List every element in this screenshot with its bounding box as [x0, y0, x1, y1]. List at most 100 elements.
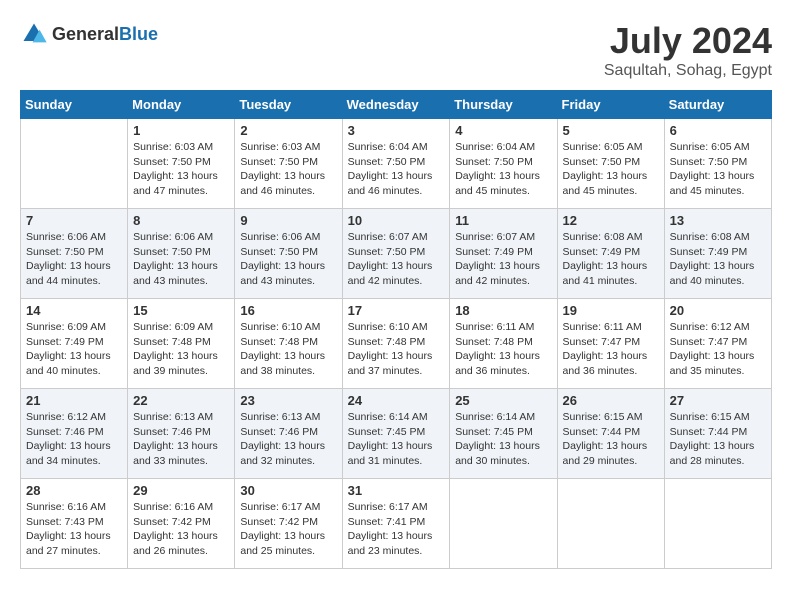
day-number: 8: [133, 213, 229, 228]
day-number: 29: [133, 483, 229, 498]
calendar-cell: [21, 119, 128, 209]
calendar-week-row: 28 Sunrise: 6:16 AM Sunset: 7:43 PM Dayli…: [21, 479, 772, 569]
day-number: 9: [240, 213, 336, 228]
day-info: Sunrise: 6:09 AM Sunset: 7:48 PM Dayligh…: [133, 320, 229, 379]
day-info: Sunrise: 6:06 AM Sunset: 7:50 PM Dayligh…: [133, 230, 229, 289]
calendar-cell: 11 Sunrise: 6:07 AM Sunset: 7:49 PM Dayli…: [450, 209, 557, 299]
day-info: Sunrise: 6:08 AM Sunset: 7:49 PM Dayligh…: [563, 230, 659, 289]
calendar-cell: 30 Sunrise: 6:17 AM Sunset: 7:42 PM Dayli…: [235, 479, 342, 569]
header-thursday: Thursday: [450, 91, 557, 119]
day-number: 12: [563, 213, 659, 228]
header-tuesday: Tuesday: [235, 91, 342, 119]
calendar-cell: 10 Sunrise: 6:07 AM Sunset: 7:50 PM Dayli…: [342, 209, 450, 299]
calendar-cell: 31 Sunrise: 6:17 AM Sunset: 7:41 PM Dayli…: [342, 479, 450, 569]
title-block: July 2024 Saqultah, Sohag, Egypt: [604, 20, 772, 80]
day-info: Sunrise: 6:17 AM Sunset: 7:42 PM Dayligh…: [240, 500, 336, 559]
day-number: 23: [240, 393, 336, 408]
calendar-cell: 8 Sunrise: 6:06 AM Sunset: 7:50 PM Daylig…: [128, 209, 235, 299]
day-number: 27: [670, 393, 766, 408]
logo: GeneralBlue: [20, 20, 158, 48]
day-number: 17: [348, 303, 445, 318]
day-info: Sunrise: 6:15 AM Sunset: 7:44 PM Dayligh…: [563, 410, 659, 469]
day-number: 14: [26, 303, 122, 318]
day-number: 3: [348, 123, 445, 138]
calendar-cell: 24 Sunrise: 6:14 AM Sunset: 7:45 PM Dayli…: [342, 389, 450, 479]
day-info: Sunrise: 6:10 AM Sunset: 7:48 PM Dayligh…: [240, 320, 336, 379]
calendar-table: SundayMondayTuesdayWednesdayThursdayFrid…: [20, 90, 772, 569]
header-sunday: Sunday: [21, 91, 128, 119]
day-number: 26: [563, 393, 659, 408]
day-number: 19: [563, 303, 659, 318]
calendar-cell: 29 Sunrise: 6:16 AM Sunset: 7:42 PM Dayli…: [128, 479, 235, 569]
calendar-week-row: 14 Sunrise: 6:09 AM Sunset: 7:49 PM Dayli…: [21, 299, 772, 389]
calendar-cell: 25 Sunrise: 6:14 AM Sunset: 7:45 PM Dayli…: [450, 389, 557, 479]
day-info: Sunrise: 6:07 AM Sunset: 7:50 PM Dayligh…: [348, 230, 445, 289]
day-info: Sunrise: 6:17 AM Sunset: 7:41 PM Dayligh…: [348, 500, 445, 559]
calendar-cell: [664, 479, 771, 569]
header-monday: Monday: [128, 91, 235, 119]
calendar-cell: 4 Sunrise: 6:04 AM Sunset: 7:50 PM Daylig…: [450, 119, 557, 209]
day-info: Sunrise: 6:06 AM Sunset: 7:50 PM Dayligh…: [240, 230, 336, 289]
day-number: 31: [348, 483, 445, 498]
calendar-cell: 16 Sunrise: 6:10 AM Sunset: 7:48 PM Dayli…: [235, 299, 342, 389]
day-number: 4: [455, 123, 551, 138]
day-number: 20: [670, 303, 766, 318]
day-info: Sunrise: 6:10 AM Sunset: 7:48 PM Dayligh…: [348, 320, 445, 379]
calendar-cell: [450, 479, 557, 569]
day-info: Sunrise: 6:05 AM Sunset: 7:50 PM Dayligh…: [670, 140, 766, 199]
day-number: 30: [240, 483, 336, 498]
calendar-cell: 2Sunrise: 6:03 AM Sunset: 7:50 PM Daylig…: [235, 119, 342, 209]
calendar-cell: 6Sunrise: 6:05 AM Sunset: 7:50 PM Daylig…: [664, 119, 771, 209]
day-info: Sunrise: 6:14 AM Sunset: 7:45 PM Dayligh…: [455, 410, 551, 469]
calendar-cell: 5 Sunrise: 6:05 AM Sunset: 7:50 PM Daylig…: [557, 119, 664, 209]
day-info: Sunrise: 6:15 AM Sunset: 7:44 PM Dayligh…: [670, 410, 766, 469]
logo-text-general: General: [52, 24, 119, 44]
header-wednesday: Wednesday: [342, 91, 450, 119]
day-number: 24: [348, 393, 445, 408]
day-info: Sunrise: 6:16 AM Sunset: 7:42 PM Dayligh…: [133, 500, 229, 559]
calendar-week-row: 1 Sunrise: 6:03 AM Sunset: 7:50 PM Daylig…: [21, 119, 772, 209]
day-info: Sunrise: 6:12 AM Sunset: 7:46 PM Dayligh…: [26, 410, 122, 469]
day-number: 13: [670, 213, 766, 228]
day-number: 16: [240, 303, 336, 318]
day-number: 22: [133, 393, 229, 408]
day-number: 10: [348, 213, 445, 228]
calendar-cell: 7Sunrise: 6:06 AM Sunset: 7:50 PM Daylig…: [21, 209, 128, 299]
calendar-cell: 13 Sunrise: 6:08 AM Sunset: 7:49 PM Dayli…: [664, 209, 771, 299]
day-info: Sunrise: 6:12 AM Sunset: 7:47 PM Dayligh…: [670, 320, 766, 379]
day-info: Sunrise: 6:06 AM Sunset: 7:50 PM Dayligh…: [26, 230, 122, 289]
day-info: Sunrise: 6:03 AM Sunset: 7:50 PM Dayligh…: [133, 140, 229, 199]
calendar-cell: [557, 479, 664, 569]
logo-icon: [20, 20, 48, 48]
calendar-cell: 28 Sunrise: 6:16 AM Sunset: 7:43 PM Dayli…: [21, 479, 128, 569]
day-info: Sunrise: 6:05 AM Sunset: 7:50 PM Dayligh…: [563, 140, 659, 199]
day-info: Sunrise: 6:16 AM Sunset: 7:43 PM Dayligh…: [26, 500, 122, 559]
day-number: 15: [133, 303, 229, 318]
day-info: Sunrise: 6:11 AM Sunset: 7:47 PM Dayligh…: [563, 320, 659, 379]
day-number: 5: [563, 123, 659, 138]
day-number: 2: [240, 123, 336, 138]
day-info: Sunrise: 6:14 AM Sunset: 7:45 PM Dayligh…: [348, 410, 445, 469]
header-friday: Friday: [557, 91, 664, 119]
calendar-cell: 9 Sunrise: 6:06 AM Sunset: 7:50 PM Daylig…: [235, 209, 342, 299]
day-info: Sunrise: 6:09 AM Sunset: 7:49 PM Dayligh…: [26, 320, 122, 379]
day-number: 1: [133, 123, 229, 138]
location-subtitle: Saqultah, Sohag, Egypt: [604, 62, 772, 80]
calendar-cell: 3Sunrise: 6:04 AM Sunset: 7:50 PM Daylig…: [342, 119, 450, 209]
calendar-cell: 17 Sunrise: 6:10 AM Sunset: 7:48 PM Dayli…: [342, 299, 450, 389]
day-info: Sunrise: 6:07 AM Sunset: 7:49 PM Dayligh…: [455, 230, 551, 289]
calendar-cell: 27 Sunrise: 6:15 AM Sunset: 7:44 PM Dayli…: [664, 389, 771, 479]
calendar-cell: 19 Sunrise: 6:11 AM Sunset: 7:47 PM Dayli…: [557, 299, 664, 389]
calendar-cell: 18Sunrise: 6:11 AM Sunset: 7:48 PM Dayli…: [450, 299, 557, 389]
calendar-cell: 20 Sunrise: 6:12 AM Sunset: 7:47 PM Dayli…: [664, 299, 771, 389]
calendar-cell: 12 Sunrise: 6:08 AM Sunset: 7:49 PM Dayli…: [557, 209, 664, 299]
day-number: 25: [455, 393, 551, 408]
calendar-cell: 23Sunrise: 6:13 AM Sunset: 7:46 PM Dayli…: [235, 389, 342, 479]
day-number: 11: [455, 213, 551, 228]
day-number: 28: [26, 483, 122, 498]
calendar-header-row: SundayMondayTuesdayWednesdayThursdayFrid…: [21, 91, 772, 119]
day-info: Sunrise: 6:04 AM Sunset: 7:50 PM Dayligh…: [455, 140, 551, 199]
day-info: Sunrise: 6:08 AM Sunset: 7:49 PM Dayligh…: [670, 230, 766, 289]
calendar-week-row: 7Sunrise: 6:06 AM Sunset: 7:50 PM Daylig…: [21, 209, 772, 299]
calendar-cell: 1 Sunrise: 6:03 AM Sunset: 7:50 PM Daylig…: [128, 119, 235, 209]
